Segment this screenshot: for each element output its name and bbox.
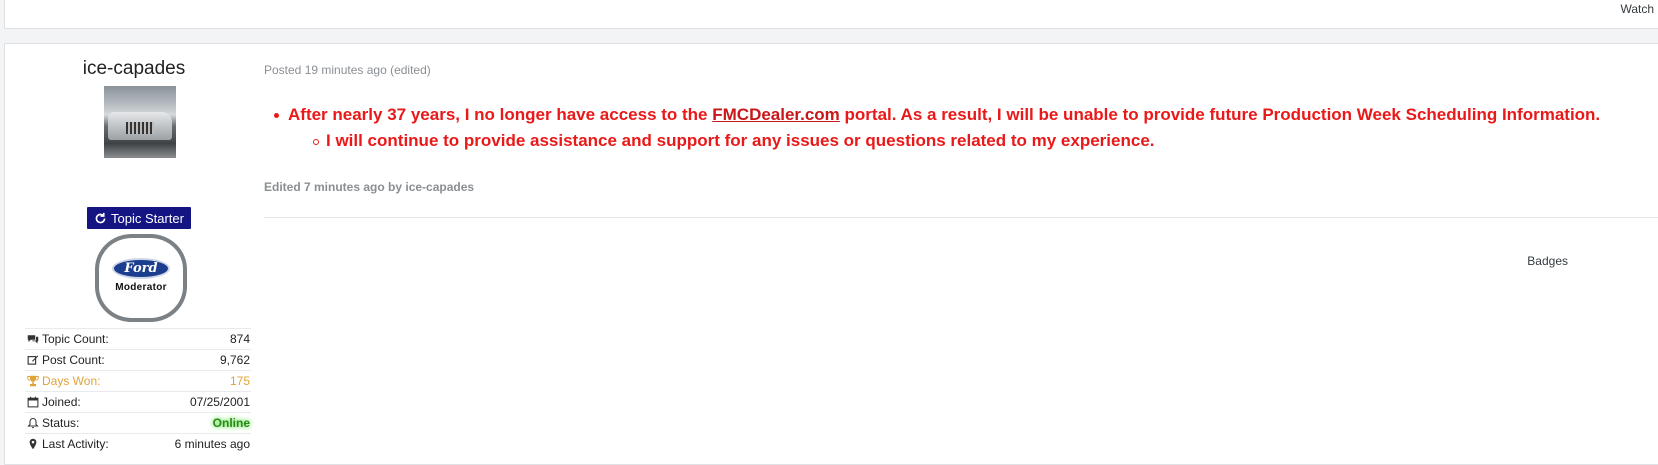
stat-value[interactable]: 175 <box>230 374 250 388</box>
bullet-text: I will continue to provide assistance an… <box>326 131 1155 150</box>
fmcdealer-link[interactable]: FMCDealer.com <box>712 105 840 124</box>
avatar-car-grille <box>126 122 154 134</box>
stat-label: Status: <box>42 416 80 430</box>
stat-value: 874 <box>229 332 250 346</box>
stat-value: 9,762 <box>219 353 250 367</box>
list-item: After nearly 37 years, I no longer have … <box>274 102 1658 154</box>
edited-note: Edited 7 minutes ago by ice-capades <box>264 180 475 194</box>
ford-logo: Ford <box>112 258 170 279</box>
badges-link[interactable]: Badges <box>1527 254 1568 268</box>
stat-label: Joined: <box>42 395 81 409</box>
post-content: After nearly 37 years, I no longer have … <box>264 102 1658 154</box>
stat-status: Status: Online <box>25 412 251 433</box>
bullet-text: After nearly 37 years, I no longer have … <box>288 105 713 124</box>
trophy-icon <box>27 375 39 387</box>
stat-topic-count: Topic Count: 874 <box>25 328 251 349</box>
stat-label: Last Activity: <box>42 437 109 451</box>
author-name[interactable]: ice-capades <box>5 58 263 80</box>
forum-post: ice-capades Topic Starter Ford Moderator… <box>4 43 1658 465</box>
avatar[interactable] <box>104 86 176 158</box>
author-stats: Topic Count: 874 Post Count: 9,762 Days … <box>25 328 251 454</box>
stat-value: 07/25/2001 <box>189 395 250 409</box>
online-status: Online <box>212 416 250 430</box>
stat-label: Topic Count: <box>42 332 109 346</box>
map-marker-icon <box>29 438 37 450</box>
comments-icon <box>27 335 39 344</box>
calendar-icon <box>27 396 39 408</box>
post-meta[interactable]: Posted 19 minutes ago (edited) <box>264 63 431 77</box>
stat-joined: Joined: 07/25/2001 <box>25 391 251 412</box>
stat-value: 6 minutes ago <box>174 437 250 451</box>
bullet-text: portal. As a result, I will be unable to… <box>839 105 1601 124</box>
stat-last-activity: Last Activity: 6 minutes ago <box>25 433 251 454</box>
moderator-badge: Ford Moderator <box>95 234 187 322</box>
bell-icon <box>27 417 39 429</box>
stat-label[interactable]: Days Won: <box>42 374 100 388</box>
divider <box>264 217 1658 218</box>
stat-days-won: Days Won: 175 <box>25 370 251 391</box>
topic-starter-badge: Topic Starter <box>87 207 191 229</box>
topic-starter-label: Topic Starter <box>111 210 184 226</box>
edit-icon <box>27 355 39 365</box>
moderator-label: Moderator <box>115 282 167 293</box>
refresh-icon <box>95 212 106 223</box>
list-item: I will continue to provide assistance an… <box>313 128 1658 154</box>
previous-post: Watch <box>4 0 1658 29</box>
stat-label: Post Count: <box>42 353 105 367</box>
watch-link[interactable]: Watch <box>1620 2 1654 16</box>
stat-post-count: Post Count: 9,762 <box>25 349 251 370</box>
